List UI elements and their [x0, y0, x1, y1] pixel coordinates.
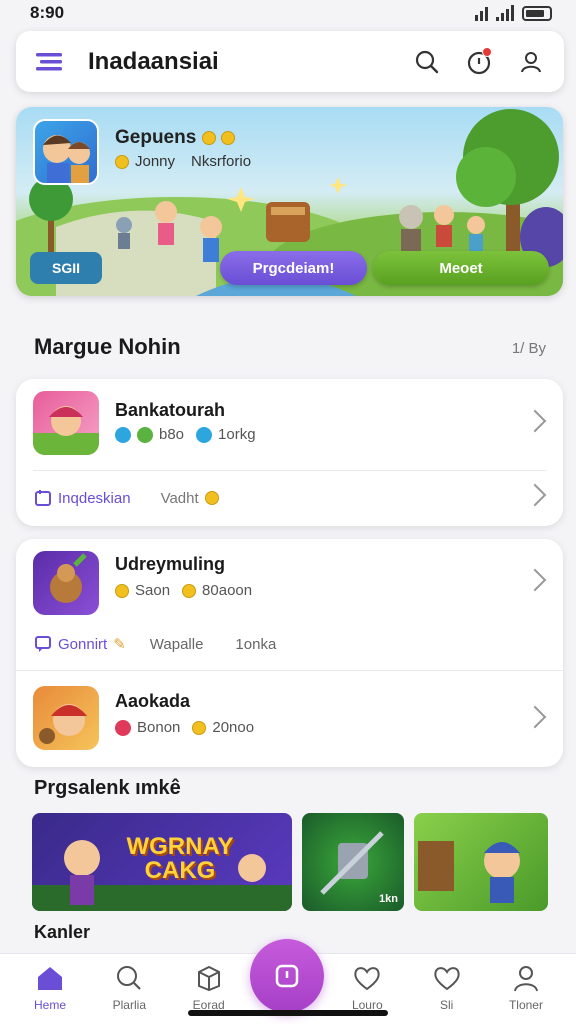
- status-bar: 8:90: [0, 0, 576, 26]
- coin-icon: [182, 583, 197, 598]
- recommend-tile-main[interactable]: WGRNAY CAKG: [32, 813, 292, 911]
- nav-home[interactable]: Heme: [14, 954, 86, 1024]
- search-icon[interactable]: [412, 47, 442, 77]
- profile-icon[interactable]: [516, 47, 546, 77]
- nav-liked[interactable]: Sli: [411, 954, 483, 1024]
- signal-icon: [496, 5, 514, 21]
- comment-icon: [35, 636, 51, 652]
- recommend-tile-badge: 1kn: [379, 893, 398, 905]
- notification-badge: [482, 46, 492, 57]
- hero-avatar: [33, 119, 99, 185]
- coin-icon: [204, 491, 219, 505]
- card-divider: [16, 670, 563, 671]
- check-icon: [196, 426, 213, 443]
- calendar-icon: [35, 490, 51, 506]
- app-header: Inadaansiai: [16, 31, 564, 92]
- card-divider: [33, 470, 546, 471]
- hero-banner[interactable]: Gepuens Jonny Nksrforio SGII Prgcdeiam! …: [16, 107, 563, 296]
- add-icon: [275, 964, 299, 988]
- game-meta: b8o 1orkg: [115, 426, 256, 443]
- game-meta: Saon 80aoon: [115, 582, 252, 599]
- chevron-right-icon[interactable]: [523, 568, 547, 592]
- center-action-button[interactable]: [250, 939, 324, 1013]
- recommend-title: Prgsalenk ımkê: [34, 777, 181, 799]
- game-title[interactable]: Udreymuling: [115, 554, 225, 575]
- hero-secondary-button[interactable]: Meoet: [373, 251, 549, 285]
- game-thumbnail: [33, 551, 99, 615]
- chevron-right-icon[interactable]: [523, 483, 547, 507]
- nav-profile[interactable]: Tloner: [490, 954, 562, 1024]
- game-thumbnail: [33, 391, 99, 455]
- menu-icon[interactable]: [34, 47, 64, 77]
- status-icons: [475, 5, 552, 21]
- user-icon: [513, 966, 538, 992]
- game-title: Bankatourah: [115, 400, 226, 420]
- search-icon: [117, 966, 142, 990]
- check-icon: [137, 426, 153, 443]
- card-footer[interactable]: Gonnirt ✎ Wapalle 1onka: [34, 635, 276, 653]
- hero-small-button[interactable]: SGII: [30, 252, 102, 284]
- game-meta: Bonon 20noo: [115, 719, 254, 736]
- wifi-icon: [475, 5, 488, 21]
- hero-subtitle: Jonny Nksrforio: [115, 153, 251, 170]
- play-icon: [115, 719, 131, 736]
- recommend-tile[interactable]: [414, 813, 548, 911]
- coin-icon: [115, 154, 129, 169]
- recommend-bottom-item[interactable]: Kanler: [34, 922, 90, 943]
- chevron-right-icon[interactable]: [523, 705, 547, 729]
- section-see-all-link[interactable]: 1/ By: [512, 340, 546, 357]
- recommend-tile-label: WGRNAY CAKG: [126, 833, 234, 884]
- home-icon: [38, 967, 62, 990]
- chevron-right-icon[interactable]: [523, 409, 547, 433]
- nav-search[interactable]: Plarlia: [93, 954, 165, 1024]
- game-thumbnail: [33, 686, 99, 750]
- game-card[interactable]: Bankatourah b8o 1orkg Inqdeskian Vadht: [16, 379, 563, 526]
- hero-primary-button[interactable]: Prgcdeiam!: [220, 251, 367, 285]
- coin-icon: [192, 720, 207, 735]
- notification-icon[interactable]: [464, 46, 494, 77]
- home-indicator: [188, 1010, 388, 1016]
- app-title: Inadaansiai: [88, 47, 219, 75]
- recommend-tile[interactable]: 1kn: [302, 813, 404, 911]
- hero-title: Gepuens: [115, 127, 235, 149]
- pencil-icon: ✎: [113, 636, 126, 653]
- heart-outline-icon: [433, 967, 460, 991]
- section-title: Margue Nohin: [34, 334, 181, 359]
- status-time: 8:90: [30, 3, 65, 22]
- box-icon: [197, 965, 220, 992]
- coin-icon: [115, 583, 129, 598]
- heart-icon: [354, 967, 380, 991]
- game-title[interactable]: Aaokada: [115, 691, 190, 712]
- plus-icon: [115, 426, 131, 443]
- game-card-group: Udreymuling Saon 80aoon Gonnirt ✎ Wapall…: [16, 539, 563, 767]
- recommend-row: WGRNAY CAKG 1kn: [32, 813, 548, 911]
- card-footer[interactable]: Inqdeskian Vadht: [34, 489, 219, 507]
- battery-icon: [522, 5, 552, 21]
